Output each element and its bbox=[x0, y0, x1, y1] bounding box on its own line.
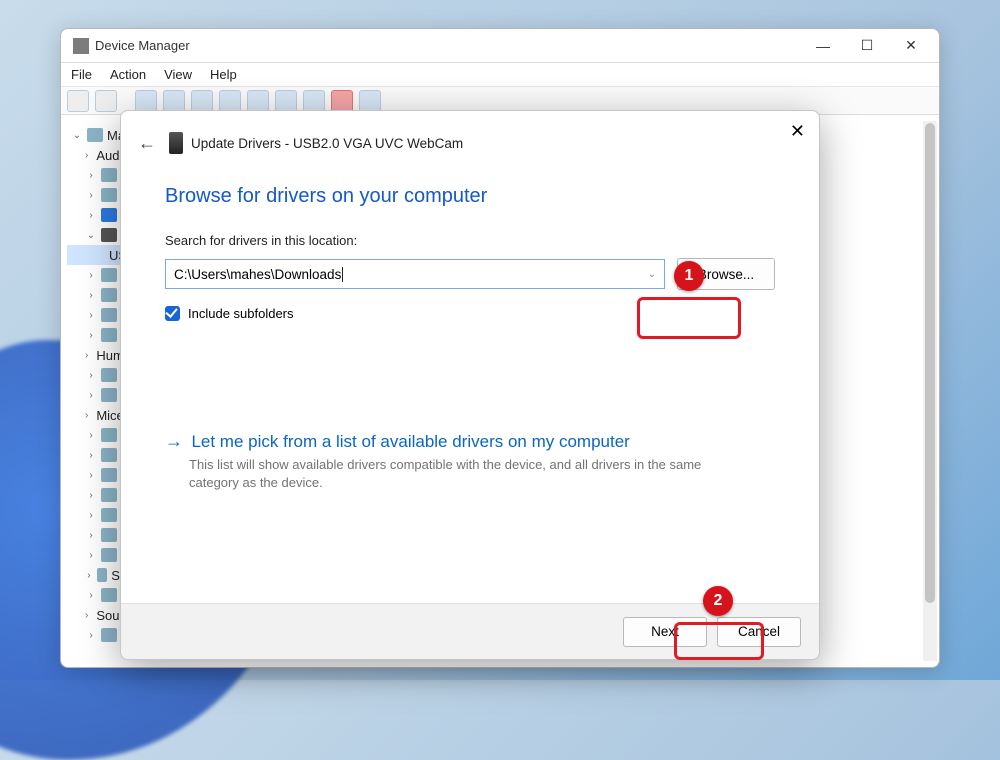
app-icon bbox=[73, 38, 89, 54]
scan-icon[interactable] bbox=[247, 90, 269, 112]
pick-from-list-link[interactable]: Let me pick from a list of available dri… bbox=[191, 432, 629, 451]
minimize-button[interactable]: — bbox=[801, 32, 845, 60]
uninstall-icon[interactable] bbox=[303, 90, 325, 112]
maximize-button[interactable]: ☐ bbox=[845, 32, 889, 60]
window-title: Device Manager bbox=[95, 38, 190, 53]
scrollbar-thumb[interactable] bbox=[925, 123, 935, 603]
scrollbar[interactable] bbox=[923, 121, 937, 661]
menu-file[interactable]: File bbox=[71, 67, 92, 82]
search-location-label: Search for drivers in this location: bbox=[165, 233, 357, 248]
update-drivers-dialog: ← Update Drivers - USB2.0 VGA UVC WebCam… bbox=[120, 110, 820, 660]
cancel-button[interactable]: Cancel bbox=[717, 617, 801, 647]
annotation-badge-2: 2 bbox=[703, 586, 733, 616]
next-button[interactable]: Next bbox=[623, 617, 707, 647]
annotation-badge-1: 1 bbox=[674, 261, 704, 291]
path-combobox[interactable]: C:\Users\mahes\Downloads ⌄ bbox=[165, 259, 665, 289]
help-icon[interactable] bbox=[191, 90, 213, 112]
forward-icon[interactable] bbox=[95, 90, 117, 112]
toolbar-icon[interactable] bbox=[135, 90, 157, 112]
back-icon[interactable] bbox=[67, 90, 89, 112]
pick-from-list-option[interactable]: → Let me pick from a list of available d… bbox=[165, 431, 775, 491]
close-button[interactable]: ✕ bbox=[889, 32, 933, 60]
menu-view[interactable]: View bbox=[164, 67, 192, 82]
toolbar-icon[interactable] bbox=[219, 90, 241, 112]
menubar: File Action View Help bbox=[61, 63, 939, 87]
device-icon bbox=[169, 132, 183, 154]
chevron-down-icon[interactable]: ⌄ bbox=[648, 269, 656, 280]
include-subfolders-checkbox[interactable] bbox=[165, 306, 180, 321]
path-value: C:\Users\mahes\Downloads bbox=[174, 267, 341, 282]
dialog-close-button[interactable]: ✕ bbox=[790, 121, 805, 142]
dialog-title: Update Drivers - USB2.0 VGA UVC WebCam bbox=[191, 136, 463, 151]
update-icon[interactable] bbox=[275, 90, 297, 112]
toolbar-icon[interactable] bbox=[163, 90, 185, 112]
dialog-heading: Browse for drivers on your computer bbox=[165, 185, 775, 208]
disable-icon[interactable] bbox=[331, 90, 353, 112]
titlebar[interactable]: Device Manager — ☐ ✕ bbox=[61, 29, 939, 63]
arrow-right-icon: → bbox=[165, 431, 187, 452]
include-subfolders-label: Include subfolders bbox=[188, 306, 294, 321]
menu-action[interactable]: Action bbox=[110, 67, 146, 82]
back-arrow-icon[interactable]: ← bbox=[135, 133, 159, 154]
pick-from-list-desc: This list will show available drivers co… bbox=[189, 456, 719, 491]
menu-help[interactable]: Help bbox=[210, 67, 237, 82]
toolbar-icon[interactable] bbox=[359, 90, 381, 112]
